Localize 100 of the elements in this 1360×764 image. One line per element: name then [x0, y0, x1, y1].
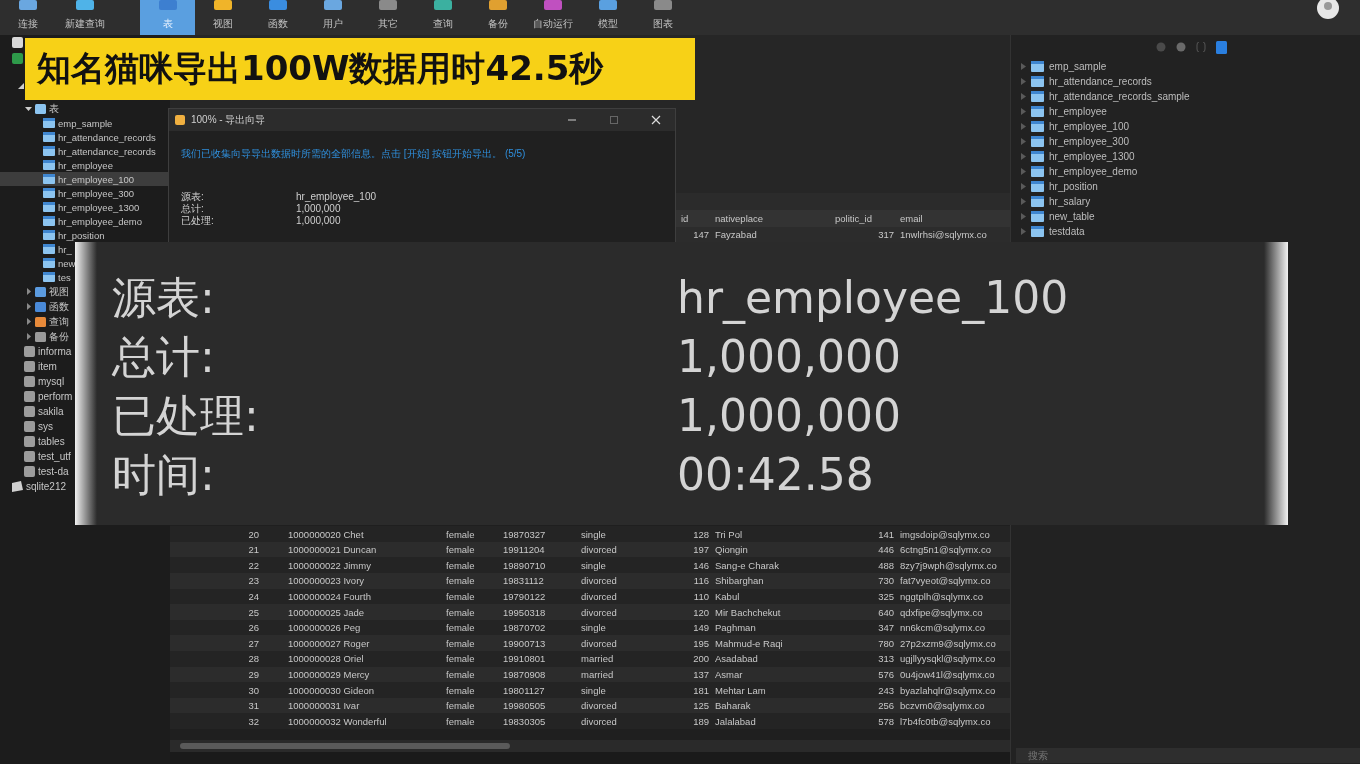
tree-item[interactable]: hr_attendance_records [0, 144, 156, 158]
tree-item[interactable]: hr_position [0, 228, 105, 242]
object-item[interactable]: emp_sample [1021, 59, 1360, 74]
table-cell-text: imgsdoip@sqlymx.co [899, 528, 991, 540]
window-icon [212, 0, 233, 11]
tree-item[interactable]: hr_employee [0, 158, 113, 172]
toolbar-button[interactable]: 图表 [635, 0, 690, 35]
tree-item[interactable]: tables [0, 434, 65, 449]
object-item[interactable]: hr_attendance_records_sample [1021, 89, 1360, 104]
expand-arrow-icon[interactable] [25, 105, 32, 112]
expand-arrow-icon[interactable] [25, 318, 32, 325]
tree-item[interactable]: 表 [0, 101, 59, 116]
braces-icon[interactable] [1196, 42, 1206, 52]
tree-item[interactable]: new [0, 256, 76, 270]
object-item[interactable]: hr_employee_1300 [1021, 149, 1360, 164]
tree-item[interactable]: informa [0, 344, 72, 359]
toolbar-button[interactable]: 连接 [0, 0, 56, 35]
toolbar-button[interactable]: 视图 [195, 0, 250, 35]
toolbar-button[interactable]: 自动运行 [525, 0, 580, 35]
expand-arrow-icon[interactable] [18, 83, 24, 89]
object-item[interactable]: hr_employee_demo [1021, 164, 1360, 179]
toolbar-button[interactable]: 模型 [580, 0, 635, 35]
tree-item[interactable]: 函数 [0, 299, 69, 314]
info-label: 源表: [181, 191, 205, 203]
table-cell-text: 19890710 [502, 559, 547, 571]
tree-item[interactable]: mysql [0, 374, 65, 389]
table-cell-text: 19831112 [502, 575, 545, 587]
table-cell-text: 1000000023 Ivory [287, 575, 366, 587]
tree-item[interactable]: sakila [0, 404, 64, 419]
object-item[interactable]: new_table [1021, 209, 1360, 224]
table-cell-text: 1000000028 Oriel [287, 653, 365, 665]
window-icon [487, 0, 508, 11]
tree-item[interactable]: sqlite212 [0, 479, 67, 494]
toolbar-button[interactable]: 其它 [360, 0, 415, 35]
caption-banner: 知名猫咪导出100W数据用时42.5秒 [25, 38, 695, 100]
info-value: 1,000,000 [677, 332, 901, 383]
object-item[interactable]: hr_employee_300 [1021, 134, 1360, 149]
toolbar-button[interactable]: 函数 [250, 0, 305, 35]
table-icon [1031, 151, 1044, 162]
table-cell-text: bczvm0@sqlymx.co [899, 700, 986, 712]
tree-item[interactable]: emp_sample [0, 116, 113, 130]
table-cell-text: 576 [877, 668, 895, 680]
tree-item[interactable]: 备份 [0, 329, 69, 344]
tree-item[interactable]: test-da [0, 464, 69, 479]
tree-item[interactable]: hr_employee_100 [0, 172, 170, 186]
maximize-icon[interactable] [609, 115, 619, 125]
search-field[interactable]: 搜索 [1016, 748, 1360, 763]
expand-arrow-icon[interactable] [25, 288, 32, 295]
table-cell-text: female [445, 544, 476, 556]
tree-item[interactable]: tes [0, 270, 71, 284]
column-header[interactable]: nativeplace [712, 213, 832, 224]
table-cell-text: 28 [247, 653, 260, 665]
object-item[interactable]: testdata [1021, 224, 1360, 239]
toolbar-button[interactable]: 用户 [305, 0, 360, 35]
table-cell-text: 19830305 [502, 715, 547, 727]
table-cell-text: 30 [247, 684, 260, 696]
toolbar-button[interactable]: 备份 [470, 0, 525, 35]
column-header[interactable]: id [678, 213, 712, 224]
horizontal-scrollbar[interactable] [170, 740, 1010, 752]
expand-arrow-icon[interactable] [25, 303, 32, 310]
expand-arrow-icon[interactable] [25, 333, 32, 340]
tree-item[interactable]: hr_employee_demo [0, 214, 142, 228]
tree-item[interactable]: item [0, 359, 57, 374]
tree-item[interactable]: 视图 [0, 284, 69, 299]
object-item[interactable]: hr_position [1021, 179, 1360, 194]
column-header[interactable]: politic_id [832, 213, 897, 224]
table-cell-text: 19950318 [502, 606, 547, 618]
tree-item[interactable]: sys [0, 419, 53, 434]
circle-icon[interactable] [1156, 42, 1166, 52]
table-cell-text: 195 [692, 637, 710, 649]
column-header[interactable]: email [897, 213, 1000, 224]
tree-item[interactable]: hr_employee_1300 [0, 200, 140, 214]
connection-icon[interactable] [12, 53, 23, 64]
tree-item[interactable]: 查询 [0, 314, 69, 329]
table-cell-text: Kabul [714, 590, 741, 602]
circle-icon[interactable] [1176, 42, 1186, 52]
table-cell-text: female [445, 715, 476, 727]
tree-item[interactable]: hr_ [0, 242, 72, 256]
table-cell-text: 20 [247, 528, 260, 540]
object-item[interactable]: hr_employee [1021, 104, 1360, 119]
object-item[interactable]: hr_attendance_records [1021, 74, 1360, 89]
close-icon[interactable] [651, 115, 661, 125]
info-label: 总计: [181, 203, 205, 215]
table-cell-text: 181 [692, 684, 710, 696]
toolbar-button[interactable]: 查询 [415, 0, 470, 35]
tree-item[interactable]: test_utf [0, 449, 71, 464]
tree-item[interactable]: hr_attendance_records [0, 130, 156, 144]
tree-item[interactable]: perform [0, 389, 73, 404]
object-item[interactable]: hr_salary [1021, 194, 1360, 209]
avatar-icon[interactable] [1316, 0, 1340, 20]
table-cell-text: single [580, 528, 607, 540]
folder-icon [35, 301, 46, 312]
table-cell-text: divorced [580, 606, 618, 618]
grid-icon[interactable] [1216, 40, 1227, 54]
table-cell-text: 21 [247, 544, 260, 556]
table-cell-text: Qiongin [714, 544, 749, 556]
object-item[interactable]: hr_employee_100 [1021, 119, 1360, 134]
connection-icon[interactable] [12, 37, 23, 48]
toolbar-button[interactable]: 新建查询 [56, 0, 114, 35]
tree-item[interactable]: hr_employee_300 [0, 186, 135, 200]
